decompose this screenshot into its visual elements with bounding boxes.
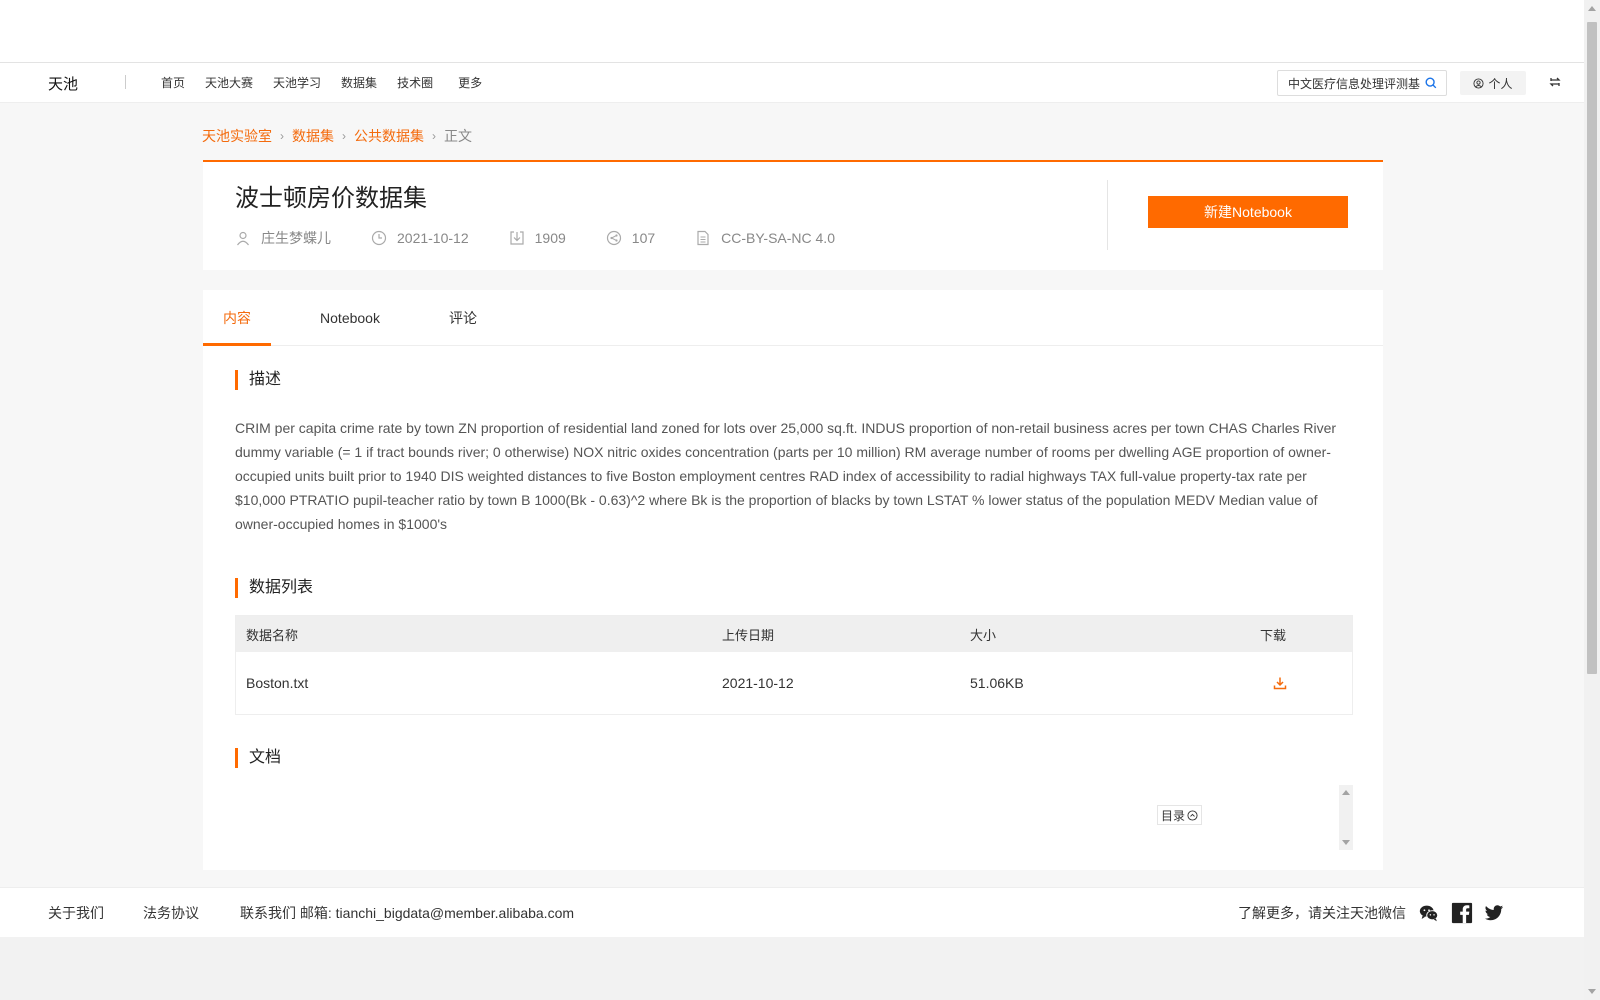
file-name: Boston.txt <box>246 675 309 691</box>
table-row: Boston.txt 2021-10-12 51.06KB <box>236 652 1352 714</box>
header-download: 下载 <box>1260 627 1287 643</box>
footer-contact[interactable]: 联系我们 邮箱: tianchi_bigdata@member.alibaba.… <box>240 903 574 923</box>
search-input[interactable] <box>1288 71 1426 95</box>
page-title: 波士顿房价数据集 <box>235 184 427 212</box>
document-icon <box>697 230 709 246</box>
license-label: CC-BY-SA-NC 4.0 <box>721 230 835 246</box>
footer-about-link[interactable]: 关于我们 <box>48 903 104 923</box>
download-count-icon <box>510 231 524 245</box>
breadcrumb: 天池实验室 › 数据集 › 公共数据集 › 正文 <box>202 126 472 146</box>
nav-item-competitions[interactable]: 天池大赛 <box>205 74 253 91</box>
footer-legal-link[interactable]: 法务协议 <box>143 903 199 923</box>
content-card: 内容 Notebook 评论 描述 CRIM per capita crime … <box>203 290 1383 870</box>
scroll-thumb[interactable] <box>1587 22 1597 674</box>
lower-footer <box>0 937 1584 1000</box>
dataset-meta: 庄生梦蝶儿 2021-10-12 1909 107 CC-BY-SA-NC 4.… <box>235 228 875 248</box>
meta-author: 庄生梦蝶儿 <box>235 228 331 248</box>
publish-date: 2021-10-12 <box>397 230 469 246</box>
nav-item-more[interactable]: 更多 <box>458 74 482 91</box>
scroll-up-arrow[interactable] <box>1342 790 1350 795</box>
tab-notebook[interactable]: Notebook <box>315 290 385 346</box>
dataset-header: 波士顿房价数据集 庄生梦蝶儿 2021-10-12 1909 107 CC-BY… <box>203 160 1383 270</box>
header-date: 上传日期 <box>722 627 775 643</box>
document-frame: 目录 <box>235 785 1353 850</box>
footer: 关于我们 法务协议 联系我们 邮箱: tianchi_bigdata@membe… <box>0 887 1584 937</box>
section-title-docs: 文档 <box>235 748 281 768</box>
download-icon[interactable] <box>1273 676 1287 690</box>
clock-icon <box>371 230 387 246</box>
tab-content[interactable]: 内容 <box>203 290 271 346</box>
nav-item-datasets[interactable]: 数据集 <box>341 74 377 91</box>
search-icon[interactable] <box>1424 76 1438 90</box>
scroll-up-arrow[interactable] <box>1588 6 1596 11</box>
breadcrumb-datasets[interactable]: 数据集 <box>292 126 334 146</box>
header-divider <box>1107 180 1108 250</box>
nav-item-home[interactable]: 首页 <box>161 74 185 91</box>
download-count: 1909 <box>534 230 566 246</box>
scroll-down-arrow[interactable] <box>1588 989 1596 994</box>
download-cell <box>1260 676 1352 690</box>
description-text: CRIM per capita crime rate by town ZN pr… <box>235 420 1337 532</box>
search-box <box>1277 70 1447 96</box>
personal-label: 个人 <box>1488 76 1513 91</box>
nav-menu: 首页 天池大赛 天池学习 数据集 技术圈 更多 <box>161 74 502 91</box>
wechat-icon[interactable] <box>1418 902 1440 924</box>
page-scrollbar[interactable] <box>1584 0 1600 1000</box>
twitter-icon[interactable] <box>1483 902 1505 924</box>
chevron-up-circle-icon <box>1187 809 1198 821</box>
facebook-icon[interactable] <box>1451 902 1473 924</box>
nav-item-tech-circle[interactable]: 技术圈 <box>397 74 433 91</box>
share-icon <box>606 230 621 246</box>
tab-bar: 内容 Notebook 评论 <box>203 290 1383 346</box>
file-size: 51.06KB <box>970 675 1024 691</box>
document-scrollbar[interactable] <box>1339 785 1353 850</box>
header-size: 大小 <box>970 627 997 643</box>
header-name: 数据名称 <box>246 627 299 643</box>
section-title-data-list: 数据列表 <box>235 578 313 598</box>
share-count: 107 <box>631 230 656 246</box>
footer-follow-text: 了解更多，请关注天池微信 <box>1238 905 1406 921</box>
chevron-right-icon: › <box>280 129 284 143</box>
meta-license: CC-BY-SA-NC 4.0 <box>695 230 835 246</box>
user-icon <box>237 231 249 246</box>
section-title-description: 描述 <box>235 370 281 390</box>
nav-divider <box>125 75 126 89</box>
top-strip <box>0 0 1584 63</box>
data-table: 数据名称 上传日期 大小 下载 Boston.txt 2021-10-12 51… <box>235 615 1353 715</box>
chevron-right-icon: › <box>342 129 346 143</box>
breadcrumb-lab[interactable]: 天池实验室 <box>202 126 272 146</box>
tab-comments[interactable]: 评论 <box>448 290 478 346</box>
user-circle-icon <box>1473 77 1485 89</box>
new-notebook-button[interactable]: 新建Notebook <box>1148 196 1348 228</box>
toc-button[interactable]: 目录 <box>1157 805 1203 825</box>
meta-downloads: 1909 <box>509 230 566 246</box>
meta-date: 2021-10-12 <box>371 230 469 246</box>
breadcrumb-public-datasets[interactable]: 公共数据集 <box>354 126 424 146</box>
nav-item-learning[interactable]: 天池学习 <box>273 74 321 91</box>
site-logo[interactable]: 天池 <box>48 73 78 94</box>
scroll-down-arrow[interactable] <box>1342 840 1350 845</box>
file-date: 2021-10-12 <box>722 675 794 691</box>
author-name[interactable]: 庄生梦蝶儿 <box>261 228 331 248</box>
chevron-right-icon: › <box>432 129 436 143</box>
breadcrumb-current: 正文 <box>444 128 472 144</box>
meta-shares: 107 <box>606 230 655 246</box>
top-navbar: 天池 首页 天池大赛 天池学习 数据集 技术圈 更多 个人 <box>0 63 1584 103</box>
switch-icon[interactable] <box>1548 75 1562 89</box>
table-header: 数据名称 上传日期 大小 下载 <box>236 616 1352 652</box>
toc-label: 目录 <box>1161 808 1186 823</box>
personal-button[interactable]: 个人 <box>1460 71 1526 95</box>
